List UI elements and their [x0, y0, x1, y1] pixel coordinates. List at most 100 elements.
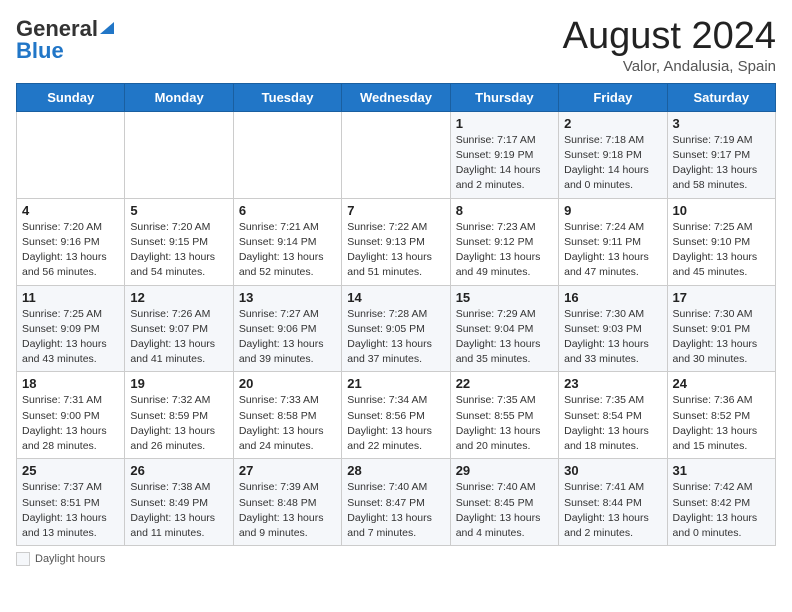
day-number: 8 — [456, 203, 553, 218]
table-cell: 25 Sunrise: 7:37 AM Sunset: 8:51 PM Dayli… — [17, 459, 125, 546]
day-number: 22 — [456, 376, 553, 391]
week-row-3: 11Sunrise: 7:25 AM Sunset: 9:09 PM Dayli… — [17, 285, 776, 372]
day-info: Sunrise: 7:38 AM Sunset: 8:49 PM Dayligh… — [130, 480, 227, 541]
table-cell — [125, 111, 233, 198]
table-cell: 18Sunrise: 7:31 AM Sunset: 9:00 PM Dayli… — [17, 372, 125, 459]
day-number: 1 — [456, 116, 553, 131]
table-cell: 13Sunrise: 7:27 AM Sunset: 9:06 PM Dayli… — [233, 285, 341, 372]
day-info: Sunrise: 7:20 AM Sunset: 9:15 PM Dayligh… — [130, 220, 227, 281]
day-info: Sunrise: 7:24 AM Sunset: 9:11 PM Dayligh… — [564, 220, 661, 281]
table-cell: 19 Sunrise: 7:32 AM Sunset: 8:59 PM Dayli… — [125, 372, 233, 459]
day-info: Sunrise: 7:34 AM Sunset: 8:56 PM Dayligh… — [347, 393, 444, 454]
day-number: 26 — [130, 463, 227, 478]
day-info: Sunrise: 7:30 AM Sunset: 9:03 PM Dayligh… — [564, 307, 661, 368]
day-info: Sunrise: 7:22 AM Sunset: 9:13 PM Dayligh… — [347, 220, 444, 281]
table-cell: 4Sunrise: 7:20 AM Sunset: 9:16 PM Daylig… — [17, 198, 125, 285]
logo-blue-text: Blue — [16, 38, 64, 64]
table-cell: 21 Sunrise: 7:34 AM Sunset: 8:56 PM Dayli… — [342, 372, 450, 459]
day-info: Sunrise: 7:36 AM Sunset: 8:52 PM Dayligh… — [673, 393, 770, 454]
day-number: 9 — [564, 203, 661, 218]
day-number: 30 — [564, 463, 661, 478]
table-cell: 14Sunrise: 7:28 AM Sunset: 9:05 PM Dayli… — [342, 285, 450, 372]
logo: General Blue — [16, 16, 116, 64]
logo-arrow-icon — [98, 18, 116, 36]
day-info: Sunrise: 7:28 AM Sunset: 9:05 PM Dayligh… — [347, 307, 444, 368]
day-number: 31 — [673, 463, 770, 478]
table-cell: 24 Sunrise: 7:36 AM Sunset: 8:52 PM Dayli… — [667, 372, 775, 459]
location-subtitle: Valor, Andalusia, Spain — [563, 58, 776, 75]
calendar-header: Sunday Monday Tuesday Wednesday Thursday… — [17, 83, 776, 111]
day-number: 27 — [239, 463, 336, 478]
table-cell: 8Sunrise: 7:23 AM Sunset: 9:12 PM Daylig… — [450, 198, 558, 285]
table-cell: 15 Sunrise: 7:29 AM Sunset: 9:04 PM Dayli… — [450, 285, 558, 372]
table-cell — [17, 111, 125, 198]
day-number: 20 — [239, 376, 336, 391]
day-info: Sunrise: 7:41 AM Sunset: 8:44 PM Dayligh… — [564, 480, 661, 541]
table-cell: 1Sunrise: 7:17 AM Sunset: 9:19 PM Daylig… — [450, 111, 558, 198]
calendar-table: Sunday Monday Tuesday Wednesday Thursday… — [16, 83, 776, 546]
day-info: Sunrise: 7:32 AM Sunset: 8:59 PM Dayligh… — [130, 393, 227, 454]
table-cell — [342, 111, 450, 198]
day-number: 21 — [347, 376, 444, 391]
day-number: 19 — [130, 376, 227, 391]
month-year-title: August 2024 — [563, 16, 776, 58]
day-number: 10 — [673, 203, 770, 218]
day-number: 24 — [673, 376, 770, 391]
table-cell: 16Sunrise: 7:30 AM Sunset: 9:03 PM Dayli… — [559, 285, 667, 372]
week-row-5: 25 Sunrise: 7:37 AM Sunset: 8:51 PM Dayli… — [17, 459, 776, 546]
day-info: Sunrise: 7:35 AM Sunset: 8:54 PM Dayligh… — [564, 393, 661, 454]
week-row-1: 1Sunrise: 7:17 AM Sunset: 9:19 PM Daylig… — [17, 111, 776, 198]
day-info: Sunrise: 7:19 AM Sunset: 9:17 PM Dayligh… — [673, 133, 770, 194]
table-cell: 29 Sunrise: 7:40 AM Sunset: 8:45 PM Dayli… — [450, 459, 558, 546]
table-cell: 3Sunrise: 7:19 AM Sunset: 9:17 PM Daylig… — [667, 111, 775, 198]
table-cell: 31 Sunrise: 7:42 AM Sunset: 8:42 PM Dayli… — [667, 459, 775, 546]
day-number: 25 — [22, 463, 119, 478]
day-info: Sunrise: 7:35 AM Sunset: 8:55 PM Dayligh… — [456, 393, 553, 454]
day-info: Sunrise: 7:42 AM Sunset: 8:42 PM Dayligh… — [673, 480, 770, 541]
day-number: 15 — [456, 290, 553, 305]
legend-box — [16, 552, 30, 566]
week-row-2: 4Sunrise: 7:20 AM Sunset: 9:16 PM Daylig… — [17, 198, 776, 285]
table-cell: 7 Sunrise: 7:22 AM Sunset: 9:13 PM Daylig… — [342, 198, 450, 285]
day-info: Sunrise: 7:25 AM Sunset: 9:10 PM Dayligh… — [673, 220, 770, 281]
table-cell: 5 Sunrise: 7:20 AM Sunset: 9:15 PM Daylig… — [125, 198, 233, 285]
day-info: Sunrise: 7:25 AM Sunset: 9:09 PM Dayligh… — [22, 307, 119, 368]
day-number: 18 — [22, 376, 119, 391]
table-cell — [233, 111, 341, 198]
col-tuesday: Tuesday — [233, 83, 341, 111]
day-info: Sunrise: 7:18 AM Sunset: 9:18 PM Dayligh… — [564, 133, 661, 194]
col-monday: Monday — [125, 83, 233, 111]
table-cell: 26 Sunrise: 7:38 AM Sunset: 8:49 PM Dayli… — [125, 459, 233, 546]
table-cell: 6Sunrise: 7:21 AM Sunset: 9:14 PM Daylig… — [233, 198, 341, 285]
day-info: Sunrise: 7:20 AM Sunset: 9:16 PM Dayligh… — [22, 220, 119, 281]
day-info: Sunrise: 7:40 AM Sunset: 8:45 PM Dayligh… — [456, 480, 553, 541]
table-cell: 12Sunrise: 7:26 AM Sunset: 9:07 PM Dayli… — [125, 285, 233, 372]
table-cell: 2Sunrise: 7:18 AM Sunset: 9:18 PM Daylig… — [559, 111, 667, 198]
day-info: Sunrise: 7:29 AM Sunset: 9:04 PM Dayligh… — [456, 307, 553, 368]
table-cell: 27 Sunrise: 7:39 AM Sunset: 8:48 PM Dayli… — [233, 459, 341, 546]
day-info: Sunrise: 7:37 AM Sunset: 8:51 PM Dayligh… — [22, 480, 119, 541]
day-number: 7 — [347, 203, 444, 218]
page-header: General Blue August 2024 Valor, Andalusi… — [16, 16, 776, 75]
day-info: Sunrise: 7:33 AM Sunset: 8:58 PM Dayligh… — [239, 393, 336, 454]
day-number: 23 — [564, 376, 661, 391]
table-cell: 17Sunrise: 7:30 AM Sunset: 9:01 PM Dayli… — [667, 285, 775, 372]
day-number: 12 — [130, 290, 227, 305]
table-cell: 22 Sunrise: 7:35 AM Sunset: 8:55 PM Dayli… — [450, 372, 558, 459]
table-cell: 11Sunrise: 7:25 AM Sunset: 9:09 PM Dayli… — [17, 285, 125, 372]
day-info: Sunrise: 7:39 AM Sunset: 8:48 PM Dayligh… — [239, 480, 336, 541]
day-info: Sunrise: 7:40 AM Sunset: 8:47 PM Dayligh… — [347, 480, 444, 541]
day-number: 29 — [456, 463, 553, 478]
header-row: Sunday Monday Tuesday Wednesday Thursday… — [17, 83, 776, 111]
legend-label: Daylight hours — [35, 553, 105, 565]
calendar-body: 1Sunrise: 7:17 AM Sunset: 9:19 PM Daylig… — [17, 111, 776, 545]
table-cell: 23 Sunrise: 7:35 AM Sunset: 8:54 PM Dayli… — [559, 372, 667, 459]
table-cell: 20 Sunrise: 7:33 AM Sunset: 8:58 PM Dayli… — [233, 372, 341, 459]
col-friday: Friday — [559, 83, 667, 111]
day-info: Sunrise: 7:27 AM Sunset: 9:06 PM Dayligh… — [239, 307, 336, 368]
col-thursday: Thursday — [450, 83, 558, 111]
table-cell: 9 Sunrise: 7:24 AM Sunset: 9:11 PM Daylig… — [559, 198, 667, 285]
col-saturday: Saturday — [667, 83, 775, 111]
day-number: 5 — [130, 203, 227, 218]
week-row-4: 18Sunrise: 7:31 AM Sunset: 9:00 PM Dayli… — [17, 372, 776, 459]
